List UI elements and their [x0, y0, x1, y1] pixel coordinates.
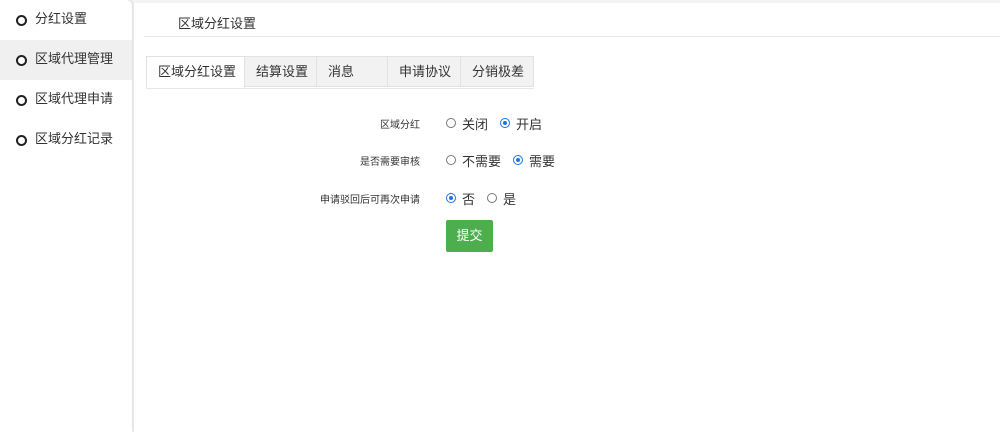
- sidebar: 分红设置 区域代理管理 区域代理申请 区域分红记录: [0, 0, 132, 432]
- title-divider: [144, 36, 1000, 37]
- radio-option-no[interactable]: 否: [446, 189, 475, 208]
- radio-label: 需要: [529, 154, 556, 170]
- sidebar-item-label: 区域代理申请: [35, 92, 114, 107]
- sidebar-item-label: 分红设置: [35, 12, 88, 27]
- radio-label: 不需要: [462, 154, 502, 170]
- radio-circle[interactable]: [446, 118, 456, 128]
- radio-circle[interactable]: [446, 155, 456, 165]
- radio-circle[interactable]: [446, 193, 456, 203]
- main-panel: 区域分红设置 区域分红设置 结算设置 消息 申请协议 分销极差 区域分红 关闭 …: [134, 0, 1000, 432]
- radio-label: 关闭: [462, 117, 489, 133]
- page-title: 区域分红设置: [178, 17, 257, 32]
- tab-distribution-differential[interactable]: 分销极差: [461, 56, 534, 87]
- field-label: 区域分红: [380, 120, 420, 131]
- form-row-require-review: 是否需要审核 不需要 需要: [134, 150, 1000, 170]
- radio-group-require-review: 不需要 需要: [446, 150, 567, 170]
- radio-option-off[interactable]: 关闭: [446, 114, 488, 133]
- radio-option-not-required[interactable]: 不需要: [446, 151, 501, 170]
- field-label: 是否需要审核: [360, 157, 420, 168]
- sidebar-item-label: 区域分红记录: [35, 132, 114, 147]
- sidebar-item-dividend-records[interactable]: 区域分红记录: [0, 120, 132, 160]
- tab-settlement-settings[interactable]: 结算设置: [245, 56, 317, 87]
- circle-bullet-icon: [16, 95, 27, 106]
- submit-button[interactable]: 提交: [446, 220, 493, 252]
- tab-bar: 区域分红设置 结算设置 消息 申请协议 分销极差: [146, 56, 534, 89]
- tab-region-dividend-settings[interactable]: 区域分红设置: [146, 56, 245, 88]
- tab-messages[interactable]: 消息: [317, 56, 388, 87]
- radio-label: 是: [503, 192, 517, 208]
- radio-group-region-dividend: 关闭 开启: [446, 113, 554, 133]
- field-label: 申请驳回后可再次申请: [320, 195, 420, 206]
- radio-option-on[interactable]: 开启: [500, 114, 542, 133]
- form-row-reapply-after-rejection: 申请驳回后可再次申请 否 是: [134, 188, 1000, 208]
- app-window: 分红设置 区域代理管理 区域代理申请 区域分红记录 区域分红设置 区域分红设置 …: [0, 0, 1000, 432]
- radio-label: 开启: [516, 117, 543, 133]
- radio-group-reapply: 否 是: [446, 188, 528, 208]
- circle-bullet-icon: [16, 55, 27, 66]
- radio-label: 否: [462, 192, 476, 208]
- radio-circle[interactable]: [487, 193, 498, 203]
- tab-application-agreement[interactable]: 申请协议: [388, 56, 461, 87]
- radio-option-required[interactable]: 需要: [513, 151, 555, 170]
- radio-option-yes[interactable]: 是: [487, 189, 516, 208]
- sidebar-item-agent-management[interactable]: 区域代理管理: [0, 40, 132, 80]
- sidebar-item-label: 区域代理管理: [35, 52, 114, 67]
- form-row-region-dividend: 区域分红 关闭 开启: [134, 113, 1000, 133]
- sidebar-item-dividend-settings[interactable]: 分红设置: [0, 0, 132, 40]
- circle-bullet-icon: [16, 135, 27, 146]
- circle-bullet-icon: [16, 15, 27, 26]
- radio-circle[interactable]: [500, 118, 511, 128]
- sidebar-item-agent-application[interactable]: 区域代理申请: [0, 80, 132, 120]
- radio-circle[interactable]: [513, 155, 524, 165]
